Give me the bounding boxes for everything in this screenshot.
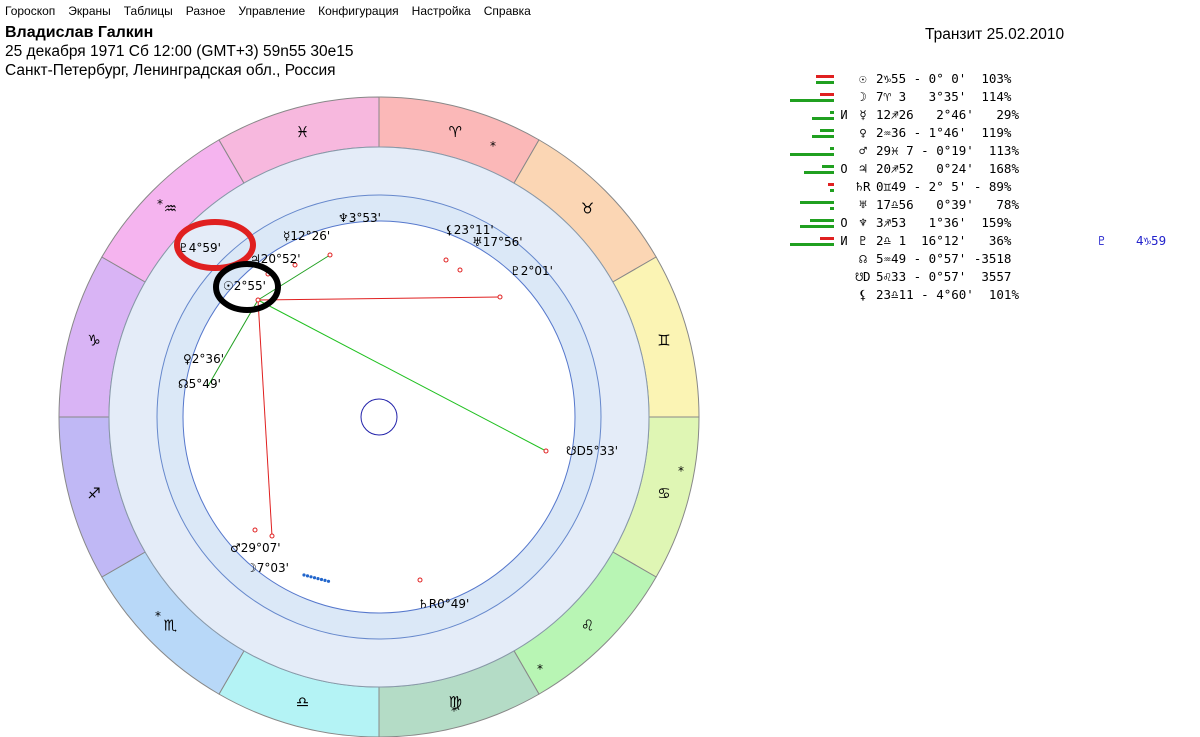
saturn-label: ♄R0°49' <box>418 597 469 611</box>
capricorn-icon: ♑ <box>87 332 100 350</box>
aspect-point <box>327 252 333 258</box>
saturn-icon: ♄R <box>418 597 437 611</box>
aquarius-icon: ♒ <box>164 199 177 217</box>
scorpio-icon: ♏ <box>164 617 178 635</box>
pluto-label: ♇2°01' <box>510 264 553 278</box>
degree-text: 5°49' <box>189 377 221 391</box>
moon-label: ☽7°03' <box>246 561 289 575</box>
transit-tick <box>316 577 320 581</box>
star-mark: * <box>537 662 543 676</box>
degree-text: 3°53' <box>349 211 381 225</box>
degree-text: 20°52' <box>261 252 301 266</box>
mercury-icon: ☿ <box>283 229 290 243</box>
transit-tick <box>312 576 317 580</box>
aspect-point <box>269 533 275 539</box>
neptune-label: ♆3°53' <box>338 211 381 225</box>
degree-text: 7°03' <box>257 561 289 575</box>
aspect-point <box>252 527 258 533</box>
degree-text: 2°55' <box>234 279 266 293</box>
neptune-icon: ♆ <box>338 211 349 225</box>
sagittarius-icon: ♐ <box>87 484 100 502</box>
libra-icon: ♎ <box>296 693 309 711</box>
venus-label: ♀2°36' <box>183 352 224 366</box>
uranus-label: ♅17°56' <box>472 235 523 249</box>
star-mark: * <box>157 197 163 211</box>
north-node-label: ☊5°49' <box>178 377 221 391</box>
chart-wheel[interactable]: ♑♒♓ ♈♉♊♋♌♍♎♏♐♇4°59'☉2°55'♃20°52'☿12°26'♆3… <box>0 0 1200 737</box>
mars-label: ♂29°07' <box>230 541 281 555</box>
pisces-icon: ♓ <box>296 123 309 141</box>
transit-tick <box>305 574 310 578</box>
lilith-icon: ⚸ <box>445 223 454 237</box>
south-node-icon: ☋D <box>566 444 586 458</box>
degree-text: 4°59' <box>189 241 221 255</box>
moon-icon: ☽ <box>246 561 257 575</box>
aspect-point <box>543 448 549 454</box>
aspect-point <box>417 577 423 583</box>
degree-text: 17°56' <box>483 235 523 249</box>
sun-icon: ☉ <box>223 279 234 293</box>
cancer-icon: ♋ <box>657 484 670 502</box>
aspect-point <box>255 297 261 303</box>
gemini-icon: ♊ <box>657 332 670 350</box>
degree-text: 2°01' <box>521 264 553 278</box>
star-mark: * <box>451 704 457 718</box>
mars-icon: ♂ <box>230 541 241 555</box>
transit-pluto-label: ♇4°59' <box>178 241 221 255</box>
degree-text: 5°33' <box>586 444 618 458</box>
transit-tick <box>309 575 313 579</box>
uranus-icon: ♅ <box>472 235 483 249</box>
transit-tick <box>302 573 306 577</box>
transit-tick <box>323 578 327 583</box>
degree-text: 29°07' <box>241 541 281 555</box>
aries-icon: ♈ <box>449 123 462 141</box>
north-node-icon: ☊ <box>178 377 189 391</box>
pluto-icon: ♇ <box>510 264 521 278</box>
aspect-point <box>443 257 449 263</box>
degree-text: 12°26' <box>290 229 330 243</box>
leo-icon: ♌ <box>581 617 594 635</box>
sun-label: ☉2°55' <box>223 279 266 293</box>
mercury-label: ☿12°26' <box>283 229 330 243</box>
star-mark: * <box>490 139 496 153</box>
aspect-point <box>457 267 463 273</box>
star-mark: * <box>678 464 684 478</box>
transit-tick <box>319 577 324 582</box>
south-node-label: ☋D5°33' <box>566 444 618 458</box>
transit-tick <box>326 579 331 583</box>
degree-text: 2°36' <box>192 352 224 366</box>
star-mark: * <box>155 609 161 623</box>
aspect-point <box>497 294 503 300</box>
venus-icon: ♀ <box>183 352 192 366</box>
degree-text: 0°49' <box>437 597 469 611</box>
taurus-icon: ♉ <box>581 199 594 217</box>
